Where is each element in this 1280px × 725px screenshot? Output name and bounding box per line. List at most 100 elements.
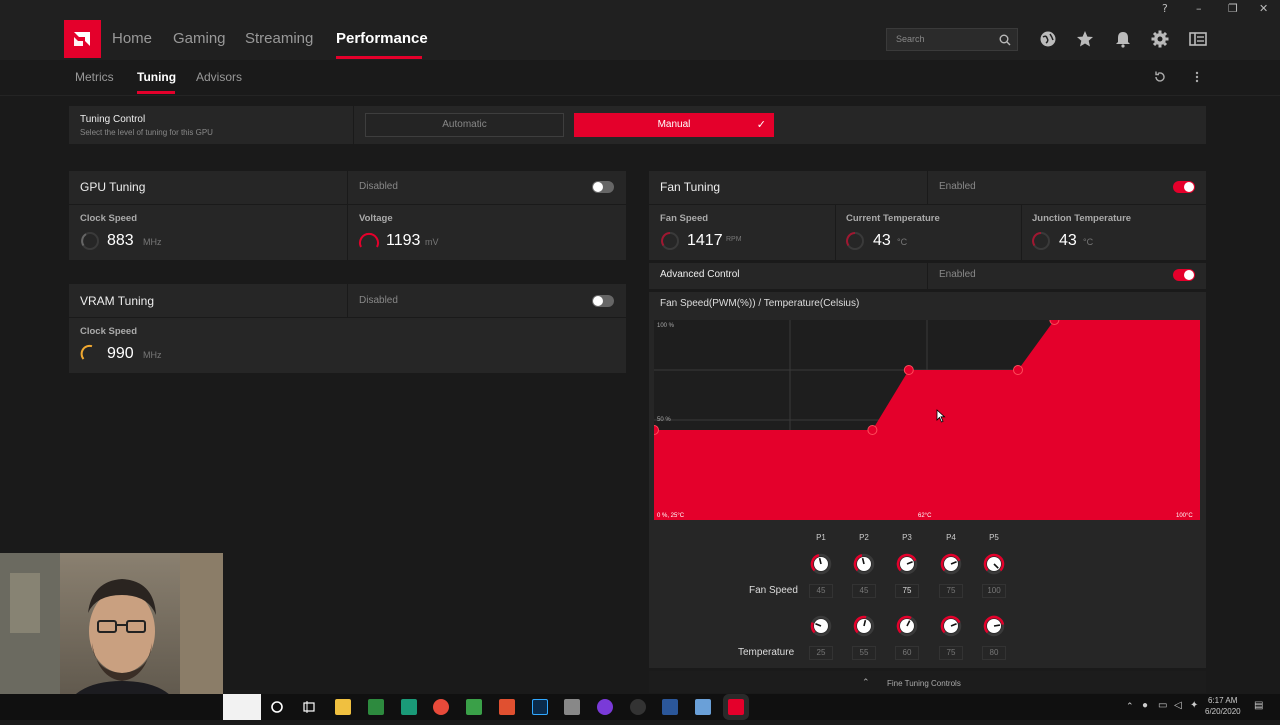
tab-tuning[interactable]: Tuning — [137, 70, 176, 84]
divider — [347, 284, 348, 317]
fine-tuning-label[interactable]: Fine Tuning Controls — [887, 679, 961, 688]
temperature-value-p5[interactable]: 80 — [982, 646, 1006, 660]
notifications-icon[interactable]: ▤ — [1254, 700, 1263, 711]
microphone-icon[interactable]: ● — [1142, 700, 1148, 711]
clock-time[interactable]: 6:17 AM — [1208, 696, 1237, 705]
check-icon: ✓ — [756, 119, 766, 131]
fan-speed-value-p2[interactable]: 45 — [852, 584, 876, 598]
app-icon-red[interactable] — [499, 699, 515, 715]
temperature-value-p2[interactable]: 55 — [852, 646, 876, 660]
automatic-button[interactable]: Automatic — [365, 113, 564, 137]
vram-tuning-toggle[interactable] — [592, 295, 614, 307]
fan-speed-gauge — [661, 232, 679, 250]
junction-temp-gauge — [1032, 232, 1050, 250]
app-icon[interactable] — [401, 699, 417, 715]
nav-gaming[interactable]: Gaming — [173, 30, 226, 47]
tab-advisors[interactable]: Advisors — [196, 70, 242, 84]
app-icon-gray[interactable] — [564, 699, 580, 715]
curve-point-p3[interactable] — [903, 365, 914, 375]
curve-point-p4[interactable] — [1013, 365, 1023, 375]
point-label-1: P1 — [816, 533, 826, 542]
app-icon-purple[interactable] — [597, 699, 613, 715]
gpu-clock-label: Clock Speed — [80, 213, 138, 224]
temperature-value-p3[interactable]: 60 — [895, 646, 919, 660]
advanced-control-toggle[interactable] — [1173, 269, 1195, 281]
vram-clock-label: Clock Speed — [80, 326, 138, 337]
tray-chevron-icon[interactable]: ⌃ — [1126, 701, 1134, 712]
tuning-control-title: Tuning Control — [80, 114, 146, 125]
minimize-icon[interactable]: – — [1196, 2, 1202, 15]
curve-point-p5[interactable] — [1049, 320, 1060, 325]
voltage-label: Voltage — [359, 213, 393, 224]
volume-icon[interactable]: ◁ — [1174, 700, 1182, 711]
taskbar-search-box[interactable] — [223, 694, 261, 720]
fan-speed-knob-p1[interactable] — [810, 553, 832, 575]
vram-clock-gauge — [80, 344, 93, 360]
fan-speed-knob-p5[interactable] — [983, 553, 1005, 575]
advanced-control-label: Advanced Control — [660, 269, 740, 280]
fan-speed-value-p4[interactable]: 75 — [939, 584, 963, 598]
globe-icon[interactable] — [1038, 29, 1058, 49]
cortana-icon[interactable] — [270, 700, 284, 714]
network-icon[interactable]: ▭ — [1158, 700, 1167, 711]
divider — [69, 317, 626, 318]
tab-metrics[interactable]: Metrics — [75, 70, 114, 84]
fan-curve-chart[interactable]: 100 % 50 % 0 %, 25°C 62°C 100°C — [654, 320, 1200, 520]
temperature-knob-p3[interactable] — [896, 615, 918, 637]
nav-performance[interactable]: Performance — [336, 30, 428, 47]
fan-speed-knob-p3[interactable] — [896, 553, 918, 575]
temperature-knob-p2[interactable] — [853, 615, 875, 637]
gpu-tuning-toggle[interactable] — [592, 181, 614, 193]
point-label-5: P5 — [989, 533, 999, 542]
fan-speed-row-label: Fan Speed — [749, 585, 798, 596]
amd-logo[interactable] — [64, 20, 101, 58]
curve-point-p2[interactable] — [867, 425, 878, 435]
fan-tuning-toggle[interactable] — [1173, 181, 1195, 193]
temperature-knob-p5[interactable] — [983, 615, 1005, 637]
xbox-icon[interactable] — [630, 699, 646, 715]
temperature-knob-p1[interactable] — [810, 615, 832, 637]
fan-speed-value-p1[interactable]: 45 — [809, 584, 833, 598]
chrome-icon[interactable] — [433, 699, 449, 715]
app-icon-green[interactable] — [466, 699, 482, 715]
layout-icon[interactable] — [1188, 29, 1208, 49]
temperature-knob-p4[interactable] — [940, 615, 962, 637]
fan-speed-knob-p2[interactable] — [853, 553, 875, 575]
more-options-icon[interactable] — [1194, 70, 1200, 84]
x-max-label: 100°C — [1176, 513, 1193, 519]
star-icon[interactable] — [1075, 29, 1095, 49]
vram-clock-value: 990 — [107, 345, 134, 362]
task-view-icon[interactable] — [302, 700, 316, 714]
file-explorer-icon[interactable] — [335, 699, 351, 715]
clock-date[interactable]: 6/20/2020 — [1205, 707, 1241, 716]
search-input[interactable]: Search — [886, 28, 1018, 51]
gpu-clock-gauge — [81, 232, 99, 250]
manual-button[interactable]: Manual ✓ — [574, 113, 774, 137]
close-icon[interactable]: ✕ — [1259, 2, 1268, 15]
curve-point-p1[interactable] — [654, 425, 659, 435]
fan-speed-value-p5[interactable]: 100 — [982, 584, 1006, 598]
divider — [927, 263, 928, 289]
nav-home[interactable]: Home — [112, 30, 152, 47]
photoshop-icon[interactable] — [532, 699, 548, 715]
bell-icon[interactable] — [1113, 29, 1133, 49]
nav-streaming[interactable]: Streaming — [245, 30, 313, 47]
gpu-tuning-title: GPU Tuning — [80, 180, 146, 194]
temperature-value-p4[interactable]: 75 — [939, 646, 963, 660]
temperature-value-p1[interactable]: 25 — [809, 646, 833, 660]
x-min-label: 0 %, 25°C — [657, 513, 685, 519]
store-icon[interactable] — [368, 699, 384, 715]
reset-icon[interactable] — [1153, 70, 1167, 84]
fan-speed-value-p3[interactable]: 75 — [895, 584, 919, 598]
search-icon[interactable] — [999, 34, 1011, 46]
fan-speed-knob-p4[interactable] — [940, 553, 962, 575]
chevron-up-icon[interactable]: ⌃ — [862, 677, 870, 688]
gear-icon[interactable] — [1150, 29, 1170, 49]
help-icon[interactable]: ? — [1162, 2, 1168, 15]
divider — [835, 205, 836, 260]
word-icon[interactable] — [662, 699, 678, 715]
app-icon-blue[interactable] — [695, 699, 711, 715]
bluetooth-icon[interactable]: ✦ — [1190, 700, 1198, 711]
amd-radeon-taskbar-icon[interactable] — [728, 699, 744, 715]
restore-icon[interactable]: ❐ — [1228, 2, 1238, 15]
